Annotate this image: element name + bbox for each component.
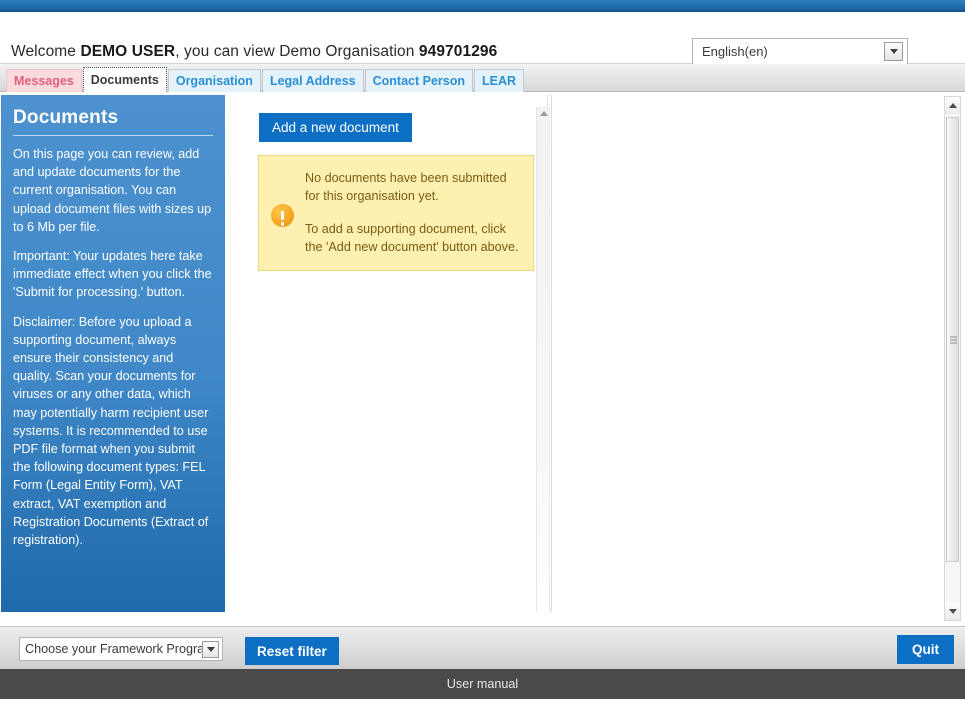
detail-pane — [551, 95, 938, 612]
notice-line-1: No documents have been submitted for thi… — [305, 171, 507, 203]
tab-organisation-label: Organisation — [175, 74, 253, 88]
sidebar-paragraph-important: Important: Your updates here take immedi… — [13, 249, 212, 300]
language-select[interactable]: English(en) — [692, 38, 908, 65]
documents-pane: Add a new document No documents have bee… — [226, 95, 548, 612]
tab-legal-address[interactable]: Legal Address — [261, 69, 364, 92]
sidebar-paragraph-disclaimer: Disclaimer: Before you upload a supporti… — [13, 314, 209, 548]
page-scroll-down-button[interactable] — [945, 603, 960, 620]
sidebar-paragraph-overview: On this page you can review, add and upd… — [13, 147, 212, 234]
content-region: Documents On this page you can review, a… — [0, 92, 965, 625]
tab-lear[interactable]: LEAR — [474, 69, 525, 92]
welcome-message: Welcome DEMO USER, you can view Demo Org… — [11, 43, 497, 61]
tab-documents-label: Documents — [90, 72, 159, 87]
framework-programme-select[interactable]: Choose your Framework Programme — [19, 637, 223, 661]
quit-button[interactable]: Quit — [897, 635, 954, 664]
tab-legal-address-label: Legal Address — [269, 74, 356, 88]
tab-lear-label: LEAR — [482, 74, 517, 88]
welcome-user-name: DEMO USER — [80, 43, 176, 60]
tab-messages-label: Messages — [14, 74, 74, 88]
welcome-prefix: Welcome — [11, 43, 81, 60]
chevron-down-icon — [206, 646, 215, 652]
footer-base — [0, 699, 965, 704]
page-footer: User manual — [0, 669, 965, 699]
warning-icon — [271, 204, 294, 227]
add-new-document-button[interactable]: Add a new document — [259, 113, 412, 142]
tab-organisation[interactable]: Organisation — [167, 69, 261, 92]
page-header: Welcome DEMO USER, you can view Demo Org… — [0, 12, 965, 65]
scroll-up-arrow-icon — [948, 103, 957, 108]
chevron-down-icon — [889, 49, 898, 54]
notice-line-2: To add a supporting document, click the … — [305, 222, 519, 254]
sidebar-title-divider — [13, 135, 213, 136]
tab-list: Messages Documents Organisation Legal Ad… — [6, 67, 525, 92]
tab-messages[interactable]: Messages — [6, 69, 82, 92]
framework-programme-dropdown-button[interactable] — [202, 640, 219, 658]
tab-contact-person-label: Contact Person — [372, 74, 466, 88]
info-sidebar: Documents On this page you can review, a… — [1, 95, 225, 612]
framework-programme-value: Choose your Framework Programme — [25, 642, 202, 656]
sidebar-title: Documents — [13, 107, 119, 128]
tab-documents[interactable]: Documents — [82, 67, 167, 92]
scroll-up-icon[interactable] — [540, 111, 548, 116]
inner-scrollbar[interactable] — [536, 107, 550, 612]
tab-strip: Messages Documents Organisation Legal Ad… — [0, 64, 965, 92]
welcome-organisation-id: 949701296 — [418, 43, 498, 60]
page-scrollbar[interactable] — [944, 96, 961, 621]
language-dropdown-button[interactable] — [884, 42, 903, 61]
tab-contact-person[interactable]: Contact Person — [364, 69, 474, 92]
scroll-grip-icon — [950, 336, 957, 343]
language-select-value: English(en) — [702, 44, 768, 59]
reset-filter-button[interactable]: Reset filter — [245, 637, 339, 665]
no-documents-notice: No documents have been submitted for thi… — [258, 155, 534, 271]
page-scroll-thumb[interactable] — [946, 117, 959, 562]
application-window: Welcome DEMO USER, you can view Demo Org… — [0, 0, 965, 704]
bottom-toolbar: Choose your Framework Programme — [0, 626, 965, 669]
scroll-down-arrow-icon — [948, 609, 957, 614]
page-scroll-up-button[interactable] — [945, 97, 960, 114]
welcome-middle: , you can view Demo Organisation — [175, 43, 419, 60]
exclamation-mark — [280, 211, 285, 226]
user-manual-link[interactable]: User manual — [447, 677, 518, 691]
